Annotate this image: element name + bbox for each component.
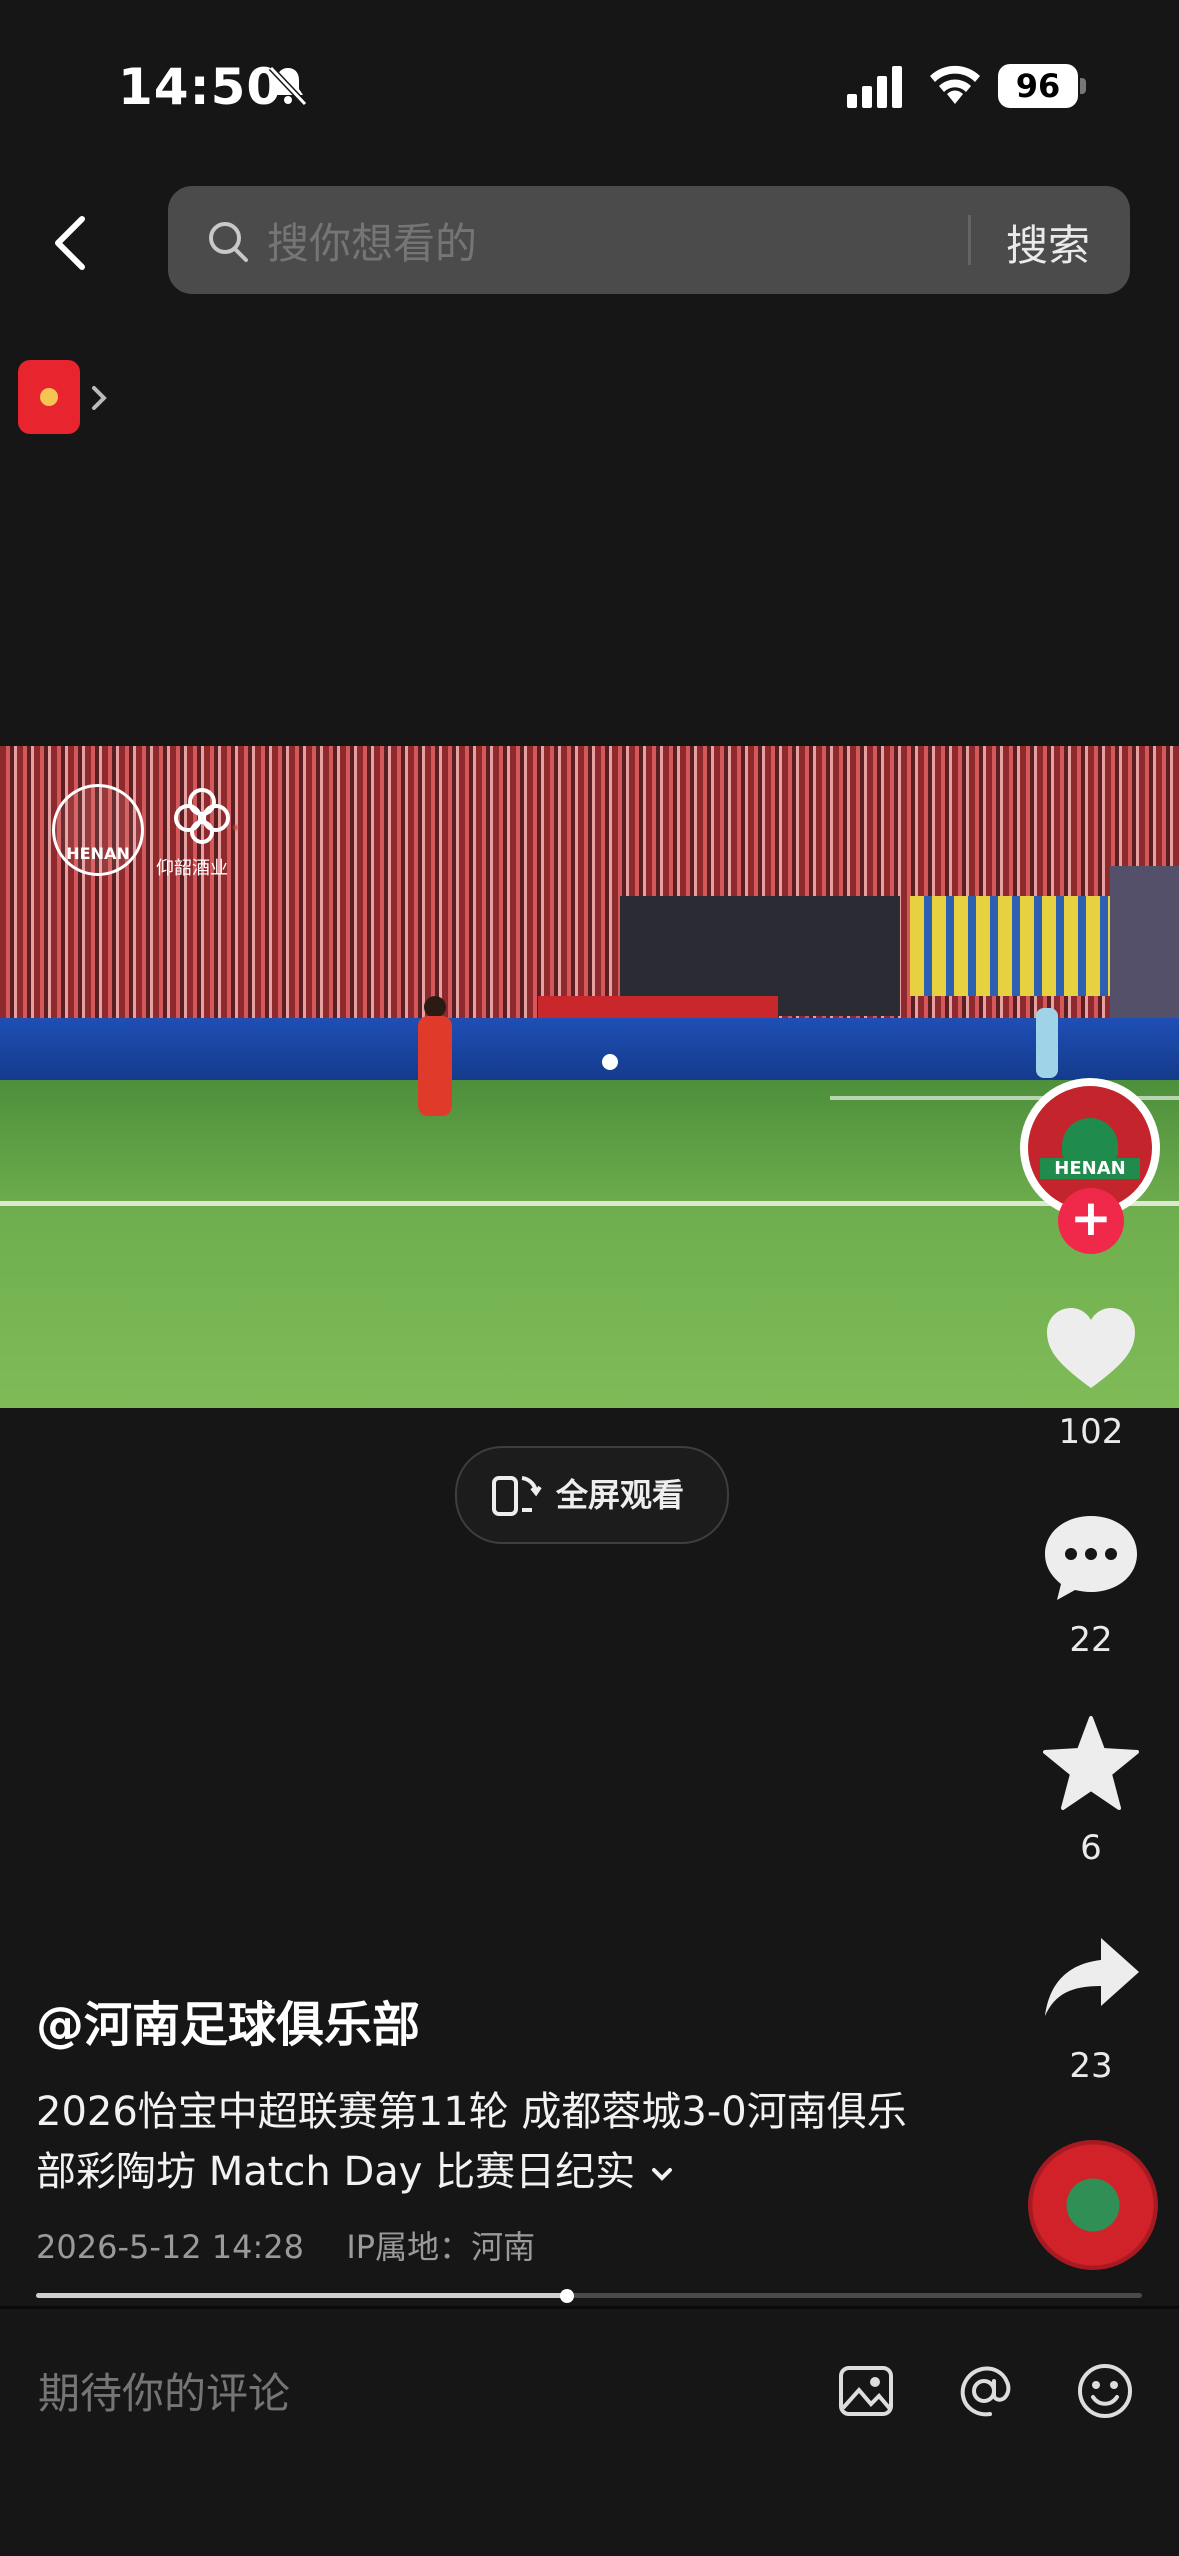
red-packet-seal [40,388,58,406]
image-icon[interactable] [835,2360,897,2422]
chevron-down-icon[interactable] [648,2162,676,2186]
player [418,1016,452,1116]
at-icon[interactable] [953,2360,1015,2422]
signal-icon [847,66,902,108]
stands-structure [1110,866,1179,1026]
sponsor-text: 仰韶酒业 [156,858,228,879]
emoji-icon[interactable] [1074,2360,1136,2422]
bell-muted-icon [268,65,308,107]
search-button[interactable]: 搜索 [1006,212,1090,273]
pitch-line [0,1201,1179,1206]
search-input[interactable] [265,212,949,274]
post-description-text: 2026怡宝中超联赛第11轮 成都蓉城3-0河南俱乐部彩陶坊 Match Day… [36,2089,907,2195]
music-disc-icon[interactable] [1028,2140,1158,2270]
star-icon[interactable] [1041,1714,1141,1814]
post-description[interactable]: 2026怡宝中超联赛第11轮 成都蓉城3-0河南俱乐部彩陶坊 Match Day… [36,2082,916,2202]
divider [0,2306,1179,2309]
battery-nub [1080,78,1086,94]
battery-icon: 96 [998,64,1078,108]
fullscreen-label: 全屏观看 [556,1476,685,1514]
comment-input[interactable] [36,2362,740,2424]
video-player[interactable]: HENAN 仰韶酒业 [0,746,1179,1408]
ball [602,1054,618,1070]
pitch [0,1080,1179,1408]
club-logo-text: HENAN [66,844,130,863]
follow-button[interactable]: + [1058,1188,1124,1254]
wifi-icon [930,65,980,104]
comment-bubble-icon[interactable] [1041,1508,1141,1608]
heart-icon[interactable] [1041,1300,1141,1400]
like-count: 102 [1058,1412,1124,1452]
share-arrow-icon[interactable] [1041,1930,1141,2030]
avatar-badge-text: HENAN [1040,1158,1140,1179]
chevron-right-icon[interactable] [88,378,112,418]
favorite-count: 6 [1080,1828,1102,1868]
share-count: 23 [1069,2046,1113,2086]
search-icon [209,222,248,262]
back-button[interactable] [40,205,100,280]
comment-count: 22 [1069,1620,1113,1660]
sponsor-logo-icon [174,788,230,844]
rotate-screen-icon [492,1476,542,1516]
goalkeeper [1036,1008,1058,1078]
progress-fill [36,2293,567,2298]
stands-seats [910,896,1110,996]
status-time: 14:50 [118,58,283,116]
ad-board [0,1018,1179,1080]
author-name[interactable]: @河南足球俱乐部 [36,1985,420,2055]
progress-knob[interactable] [559,2289,574,2303]
ip-location: IP属地：河南 [346,2228,536,2266]
post-meta: 2026-5-12 14:28 IP属地：河南 [36,2222,535,2268]
post-date: 2026-5-12 14:28 [36,2228,304,2266]
search-divider [968,215,971,265]
player-head [424,996,446,1018]
